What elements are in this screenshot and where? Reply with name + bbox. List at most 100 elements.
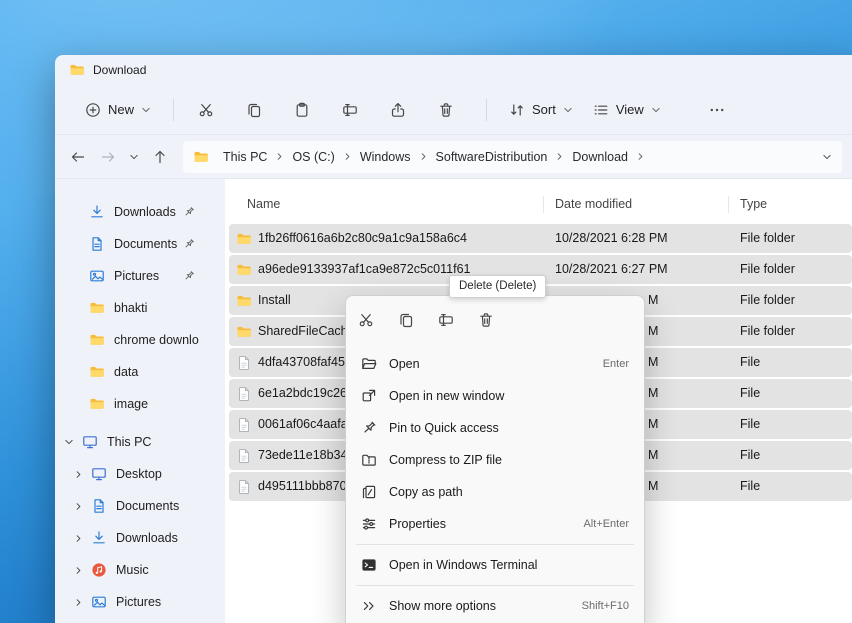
pin-icon (183, 206, 195, 218)
folder-icon (69, 62, 85, 78)
file-icon (236, 355, 252, 371)
breadcrumb-item-softwaredistribution[interactable]: SoftwareDistribution (430, 147, 554, 167)
sidebar-item-pictures[interactable]: Pictures (55, 586, 225, 618)
monitor-icon (91, 466, 107, 482)
sidebar: Downloads Documents Pictures bhakti chrome d… (55, 179, 225, 623)
chevron-down-icon (651, 105, 661, 115)
cut-quick-button[interactable] (346, 304, 386, 336)
file-type: File folder (740, 262, 795, 276)
context-menu-item-pin-to-quick-access[interactable]: Pin to Quick access (350, 412, 640, 444)
up-arrow-icon (152, 149, 168, 165)
breadcrumb-item-download[interactable]: Download (566, 147, 634, 167)
context-menu-item-open-in-new-window[interactable]: Open in new window (350, 380, 640, 412)
file-row-1fb26ff0616a6b2c80c9a1c9a158a6c4[interactable]: 1fb26ff0616a6b2c80c9a1c9a158a6c4 10/28/20… (229, 224, 852, 253)
share-button[interactable] (378, 92, 418, 128)
context-menu-item-open-in-windows-terminal[interactable]: Open in Windows Terminal (350, 549, 640, 581)
copy-path-icon (361, 484, 377, 500)
sidebar-item-image[interactable]: image (55, 388, 225, 420)
column-header-type[interactable]: Type (740, 191, 767, 217)
chevron-right-icon[interactable] (273, 152, 286, 161)
chevron-right-icon[interactable] (341, 152, 354, 161)
copy-quick-button[interactable] (386, 304, 426, 336)
sidebar-item-downloads[interactable]: Downloads (55, 196, 225, 228)
titlebar[interactable]: Download (55, 55, 852, 85)
cut-button[interactable] (186, 92, 226, 128)
sidebar-item-label: This PC (107, 435, 152, 449)
chevron-down-icon[interactable] (63, 437, 75, 447)
menu-item-label: Compress to ZIP file (389, 453, 503, 467)
sort-button[interactable]: Sort (499, 92, 583, 128)
context-menu-item-open[interactable]: Open Enter (350, 348, 640, 380)
sidebar-item-downloads[interactable]: Downloads (55, 522, 225, 554)
sidebar-item-documents[interactable]: Documents (55, 490, 225, 522)
pin-icon (361, 420, 377, 436)
sidebar-item-data[interactable]: data (55, 356, 225, 388)
show-more-icon (361, 598, 377, 614)
history-dropdown-button[interactable] (123, 142, 145, 172)
column-divider[interactable] (728, 196, 729, 213)
delete-button[interactable] (426, 92, 466, 128)
menu-separator (356, 544, 634, 545)
sidebar-item-label: Desktop (116, 467, 162, 481)
context-menu-item-properties[interactable]: Properties Alt+Enter (350, 508, 640, 540)
column-header-name[interactable]: Name (247, 191, 280, 217)
rename-button[interactable] (330, 92, 370, 128)
context-menu: Open Enter Open in new window Pin to Quick … (345, 295, 645, 623)
breadcrumb-item-this-pc[interactable]: This PC (217, 147, 273, 167)
chevron-right-icon[interactable] (72, 566, 84, 575)
breadcrumb[interactable]: This PC OS (C:) Windows SoftwareDistributio… (183, 140, 842, 173)
ellipsis-icon (709, 102, 725, 118)
back-button[interactable] (63, 142, 93, 172)
file-type: File (740, 448, 761, 462)
forward-button[interactable] (93, 142, 123, 172)
column-divider[interactable] (543, 196, 544, 213)
chevron-right-icon[interactable] (634, 152, 647, 161)
new-button[interactable]: New (75, 92, 161, 128)
chevron-right-icon[interactable] (417, 152, 430, 161)
toolbar-actions (186, 92, 474, 128)
sidebar-item-music[interactable]: Music (55, 554, 225, 586)
chevron-right-icon[interactable] (72, 534, 84, 543)
breadcrumb-item-os-c[interactable]: OS (C:) (286, 147, 340, 167)
view-list-icon (593, 102, 609, 118)
sidebar-item-this-pc[interactable]: This PC (55, 426, 225, 458)
column-header-date-modified[interactable]: Date modified (555, 191, 632, 217)
sidebar-item-bhakti[interactable]: bhakti (55, 292, 225, 324)
more-options-button[interactable] (697, 92, 737, 128)
delete-icon (478, 312, 494, 328)
file-type: File (740, 479, 761, 493)
view-button-label: View (615, 102, 644, 117)
chevron-right-icon[interactable] (553, 152, 566, 161)
sidebar-item-desktop[interactable]: Desktop (55, 458, 225, 490)
up-button[interactable] (145, 142, 175, 172)
address-dropdown-icon[interactable] (822, 152, 832, 162)
breadcrumb-item-windows[interactable]: Windows (354, 147, 417, 167)
sidebar-item-label: chrome downlo (114, 333, 199, 347)
context-menu-item-compress-to-zip-file[interactable]: Compress to ZIP file (350, 444, 640, 476)
view-button[interactable]: View (583, 92, 671, 128)
sidebar-item-label: bhakti (114, 301, 148, 315)
menu-item-shortcut: Alt+Enter (583, 518, 629, 530)
context-menu-item-show-more-options[interactable]: Show more options Shift+F10 (350, 590, 640, 622)
window-title: Download (93, 63, 147, 77)
delete-quick-button[interactable] (466, 304, 506, 336)
paste-button[interactable] (282, 92, 322, 128)
file-icon (236, 417, 252, 433)
new-button-label: New (108, 102, 135, 117)
file-name: SharedFileCache (258, 324, 355, 338)
context-menu-item-copy-as-path[interactable]: Copy as path (350, 476, 640, 508)
file-icon (236, 386, 252, 402)
chevron-right-icon[interactable] (72, 470, 84, 479)
chevron-right-icon[interactable] (72, 502, 84, 511)
download-icon (91, 530, 107, 546)
sidebar-item-documents[interactable]: Documents (55, 228, 225, 260)
menu-item-label: Copy as path (389, 485, 463, 499)
chevron-right-icon[interactable] (72, 598, 84, 607)
sidebar-item-pictures[interactable]: Pictures (55, 260, 225, 292)
copy-button[interactable] (234, 92, 274, 128)
file-type: File (740, 355, 761, 369)
sidebar-item-chrome-downlo[interactable]: chrome downlo (55, 324, 225, 356)
rename-quick-button[interactable] (426, 304, 466, 336)
sidebar-item-label: Downloads (116, 531, 178, 545)
file-name: 4dfa43708faf4597 (258, 355, 359, 369)
